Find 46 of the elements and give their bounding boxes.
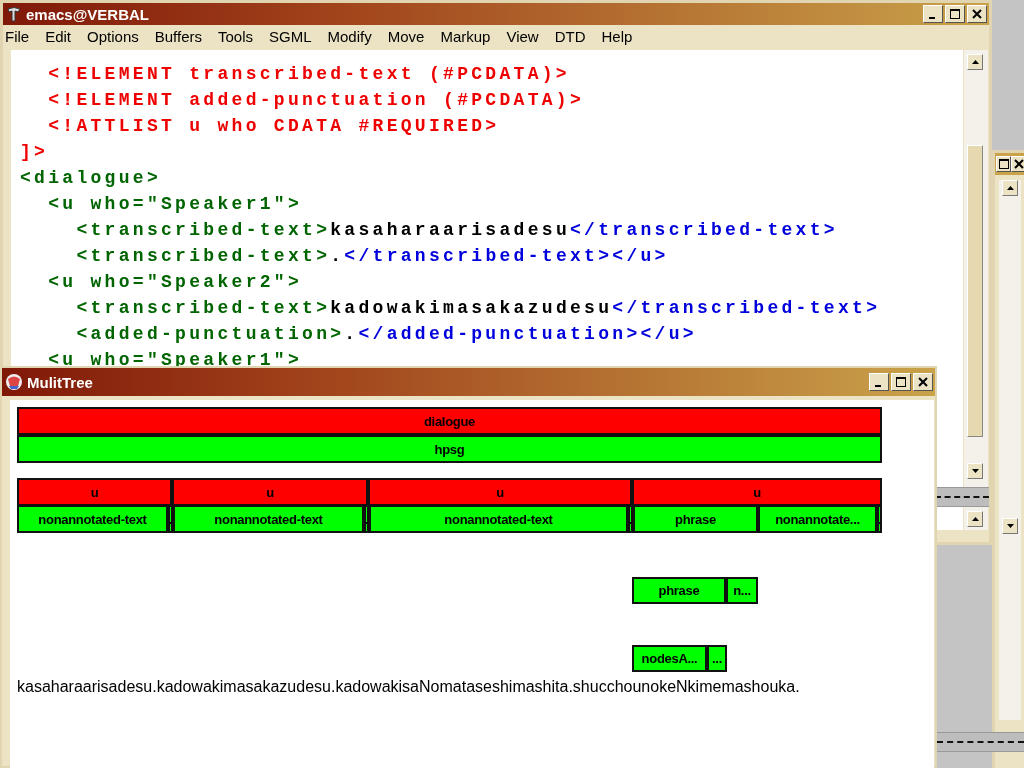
code-line: <!ELEMENT added-punctuation (#PCDATA)> xyxy=(47,89,586,112)
menu-item[interactable]: File xyxy=(3,27,38,45)
tree-node[interactable]: hpsg xyxy=(17,435,882,463)
tree-node[interactable]: phrase xyxy=(632,577,726,604)
tree-node[interactable]: u xyxy=(368,478,632,506)
code-line: <dialogue> xyxy=(20,167,163,190)
tree-node[interactable]: u xyxy=(172,478,368,506)
window-title: MulitTree xyxy=(27,373,94,391)
code-line: <added-punctuation>.</added-punctuation></u> xyxy=(75,323,698,346)
menu-item[interactable]: Help xyxy=(593,27,641,45)
menu-item[interactable]: Tools xyxy=(210,27,261,45)
menu-item[interactable]: View xyxy=(498,27,547,45)
code-line: <u who="Speaker1"> xyxy=(47,193,304,216)
tree-node[interactable]: nonannotated-text xyxy=(173,505,364,533)
menu-item[interactable]: Modify xyxy=(319,27,380,45)
tree-node[interactable]: . xyxy=(364,505,369,533)
code-line: ]> xyxy=(20,141,50,164)
tree-node[interactable]: u xyxy=(632,478,882,506)
menu-item[interactable]: SGML xyxy=(261,27,320,45)
tree-node[interactable]: u xyxy=(17,478,172,506)
code-line: <!ELEMENT transcribed-text (#PCDATA)> xyxy=(47,63,571,86)
code-line: <!ATTLIST u who CDATA #REQUIRED> xyxy=(47,115,501,138)
tree-node[interactable]: phrase xyxy=(633,505,758,533)
tree-node[interactable]: . xyxy=(877,505,882,533)
tree-node[interactable]: n... xyxy=(726,577,758,604)
code-line: <transcribed-text>kasaharaarisadesu</transcribed-text> xyxy=(75,219,839,242)
tree-node[interactable]: . xyxy=(628,505,633,533)
tree-node[interactable]: nonannotated-text xyxy=(369,505,628,533)
tree-node[interactable]: nonannotate... xyxy=(758,505,877,533)
menu-item[interactable]: Markup xyxy=(432,27,499,45)
window-title: emacs@VERBAL xyxy=(26,5,150,23)
code-line: <transcribed-text>.</transcribed-text></u> xyxy=(75,245,670,268)
sentence-text: kasaharaarisadesu.kadowakimasakazudesu.kadowakisaNomataseshimashita.shucchounokeNkimemashouka. xyxy=(17,678,800,696)
menu-item[interactable]: Buffers xyxy=(146,27,210,45)
tree-node[interactable]: nonannotated-text xyxy=(17,505,168,533)
code-line: <u who="Speaker2"> xyxy=(47,271,304,294)
tree-node[interactable]: nodesA... xyxy=(632,645,707,672)
tree-node[interactable]: dialogue xyxy=(17,407,882,435)
menu-item[interactable]: Move xyxy=(379,27,433,45)
tree-node[interactable]: . xyxy=(168,505,173,533)
code-line: <u who="Speaker1"> xyxy=(47,349,304,372)
code-line: <transcribed-text>kadowakimasakazudesu</transcribed-text> xyxy=(75,297,882,320)
menu-item[interactable]: Edit xyxy=(37,27,80,45)
menu-item[interactable]: Options xyxy=(79,27,147,45)
menu-item[interactable]: DTD xyxy=(546,27,594,45)
tree-node[interactable]: ... xyxy=(707,645,727,672)
